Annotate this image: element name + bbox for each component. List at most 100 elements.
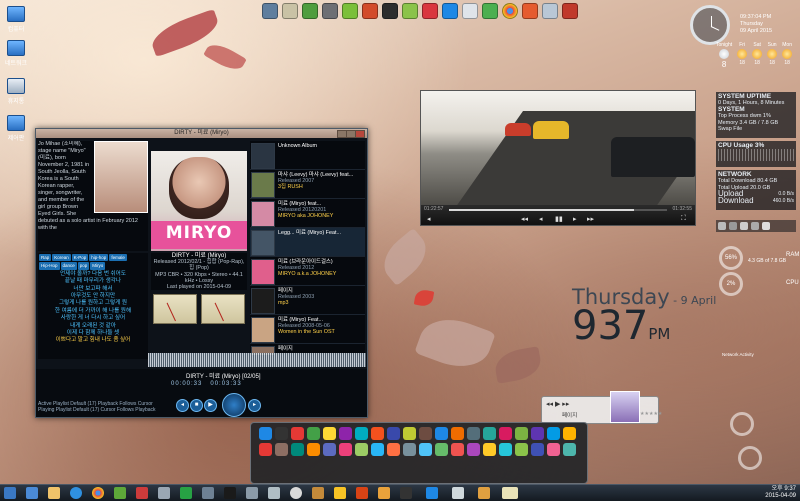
taskbar-app-icon[interactable] — [378, 487, 390, 499]
launcher-app-icon[interactable] — [435, 443, 448, 456]
dock-app-icon[interactable] — [262, 3, 278, 19]
taskbar-app-icon[interactable] — [114, 487, 126, 499]
launcher-app-icon[interactable] — [451, 443, 464, 456]
taskbar-app-icon[interactable] — [452, 487, 464, 499]
taskbar-app-icon[interactable] — [290, 487, 302, 499]
taskbar-app-icon[interactable] — [202, 487, 214, 499]
dock-app-icon[interactable] — [402, 3, 418, 19]
tag-chip[interactable]: Miryo — [90, 262, 106, 270]
launcher-app-icon[interactable] — [547, 427, 560, 440]
launcher-app-icon[interactable] — [563, 427, 576, 440]
strip-icon[interactable] — [729, 222, 737, 230]
taskbar-app-icon[interactable] — [334, 487, 346, 499]
launcher-app-icon[interactable] — [483, 443, 496, 456]
taskbar-app-icon[interactable] — [224, 487, 236, 499]
launcher-app-icon[interactable] — [547, 443, 560, 456]
launcher-app-icon[interactable] — [435, 427, 448, 440]
album-row[interactable]: 미료 (Miryo) Feat... Released 2008-05-06 Wom… — [250, 315, 365, 344]
album-row[interactable]: 미료 (브라운아이드걸스) Released 2012 MIRYO a.k.a JO… — [250, 257, 365, 286]
dock-app-icon[interactable] — [422, 3, 438, 19]
tag-chip[interactable]: Korean — [52, 254, 71, 262]
stop-button[interactable]: ■ — [190, 399, 203, 412]
dock-app-icon[interactable] — [382, 3, 398, 19]
strip-icon[interactable] — [718, 222, 726, 230]
pause-icon[interactable]: ▮▮ — [555, 215, 563, 223]
launcher-app-icon[interactable] — [259, 427, 272, 440]
album-row[interactable]: Unknown Album — [250, 141, 365, 170]
volume-icon[interactable]: ◂ — [427, 215, 431, 223]
launcher-app-icon[interactable] — [419, 427, 432, 440]
prev-icon[interactable]: ◂ — [539, 215, 543, 223]
launcher-app-icon[interactable] — [403, 427, 416, 440]
tag-chip[interactable]: hip-hop — [89, 254, 109, 262]
launcher-app-icon[interactable] — [259, 443, 272, 456]
dock-app-icon[interactable] — [282, 3, 298, 19]
video-seek-bar[interactable] — [449, 209, 667, 211]
dock-app-icon[interactable] — [462, 3, 478, 19]
play-button[interactable]: ▶ — [204, 399, 217, 412]
launcher-app-icon[interactable] — [371, 443, 384, 456]
strip-icon[interactable] — [762, 222, 770, 230]
launcher-app-icon[interactable] — [275, 427, 288, 440]
video-player-window[interactable]: 01:22:57 01:32:55 ◂ ◂◂ ◂ ▮▮ ▸ ▸▸ ⛶ — [420, 90, 696, 226]
launcher-app-icon[interactable] — [387, 443, 400, 456]
launcher-app-icon[interactable] — [355, 427, 368, 440]
launcher-app-icon[interactable] — [467, 443, 480, 456]
taskbar-app-icon[interactable] — [136, 487, 148, 499]
start-button[interactable] — [4, 487, 16, 499]
video-frame[interactable] — [421, 91, 695, 205]
waveform-seekbar[interactable] — [148, 353, 366, 367]
taskbar-app-icon[interactable] — [268, 487, 280, 499]
dock-app-icon[interactable] — [442, 3, 458, 19]
music-player-window[interactable]: DIRTY - 미료 (Miryo) Jo Mihae (조미혜), stage… — [35, 128, 368, 418]
launcher-app-icon[interactable] — [515, 427, 528, 440]
mini-controls[interactable]: ◂◂ ▶ ▸▸ — [546, 400, 569, 408]
launcher-app-icon[interactable] — [531, 427, 544, 440]
tag-chip[interactable]: Rap — [39, 254, 52, 262]
launcher-app-icon[interactable] — [499, 443, 512, 456]
album-row[interactable]: Legg... 미료 (Miryo) Feat... — [250, 228, 365, 257]
dock-app-icon[interactable] — [522, 3, 538, 19]
launcher-app-icon[interactable] — [307, 443, 320, 456]
album-row[interactable]: 미료 (Miryo) feat... Released 20120201 MIRYO… — [250, 199, 365, 228]
download-icon[interactable] — [426, 487, 438, 499]
launcher-app-icon[interactable] — [307, 427, 320, 440]
rewind-icon[interactable]: ◂◂ — [521, 215, 528, 223]
taskbar-app-icon[interactable] — [246, 487, 258, 499]
launcher-app-icon[interactable] — [467, 427, 480, 440]
taskbar-app-icon[interactable] — [48, 487, 60, 499]
taskbar-app-icon[interactable] — [180, 487, 192, 499]
launcher-app-icon[interactable] — [515, 443, 528, 456]
taskbar-app-icon[interactable] — [26, 487, 38, 499]
desktop-icon-network[interactable]: 네트워크 — [4, 40, 28, 67]
launcher-app-icon[interactable] — [387, 427, 400, 440]
next-track-button[interactable]: ▸ — [248, 399, 261, 412]
tag-chip[interactable]: pop — [77, 262, 90, 270]
chrome-icon[interactable] — [92, 487, 104, 499]
close-button[interactable] — [355, 130, 365, 138]
forward-icon[interactable]: ▸▸ — [587, 215, 594, 223]
taskbar-app-icon[interactable] — [312, 487, 324, 499]
taskbar-app-icon-active[interactable] — [502, 487, 518, 499]
launcher-app-icon[interactable] — [339, 427, 352, 440]
chrome-icon[interactable] — [502, 3, 518, 19]
dock-app-icon[interactable] — [562, 3, 578, 19]
album-row[interactable]: 마샤 (Leevy) 마샤 (Leevy) feat... Released 20… — [250, 170, 365, 199]
tag-chip[interactable]: K-Pop — [71, 254, 89, 262]
player-titlebar[interactable]: DIRTY - 미료 (Miryo) — [36, 129, 367, 138]
launcher-app-icon[interactable] — [291, 443, 304, 456]
launcher-app-icon[interactable] — [483, 427, 496, 440]
launcher-app-icon[interactable] — [291, 427, 304, 440]
mini-player[interactable]: ◂◂ ▶ ▸▸ 페이지 ★★★★★ — [541, 391, 662, 424]
launcher-app-icon[interactable] — [419, 443, 432, 456]
strip-icon[interactable] — [740, 222, 748, 230]
taskbar-app-icon[interactable] — [356, 487, 368, 499]
dock-app-icon[interactable] — [342, 3, 358, 19]
desktop-icon-control-panel[interactable]: 제어판 — [4, 115, 28, 142]
dock-app-icon[interactable] — [542, 3, 558, 19]
dock-app-icon[interactable] — [362, 3, 378, 19]
launcher-app-icon[interactable] — [323, 443, 336, 456]
launcher-app-icon[interactable] — [499, 427, 512, 440]
dock-app-icon[interactable] — [302, 3, 318, 19]
launcher-app-icon[interactable] — [563, 443, 576, 456]
